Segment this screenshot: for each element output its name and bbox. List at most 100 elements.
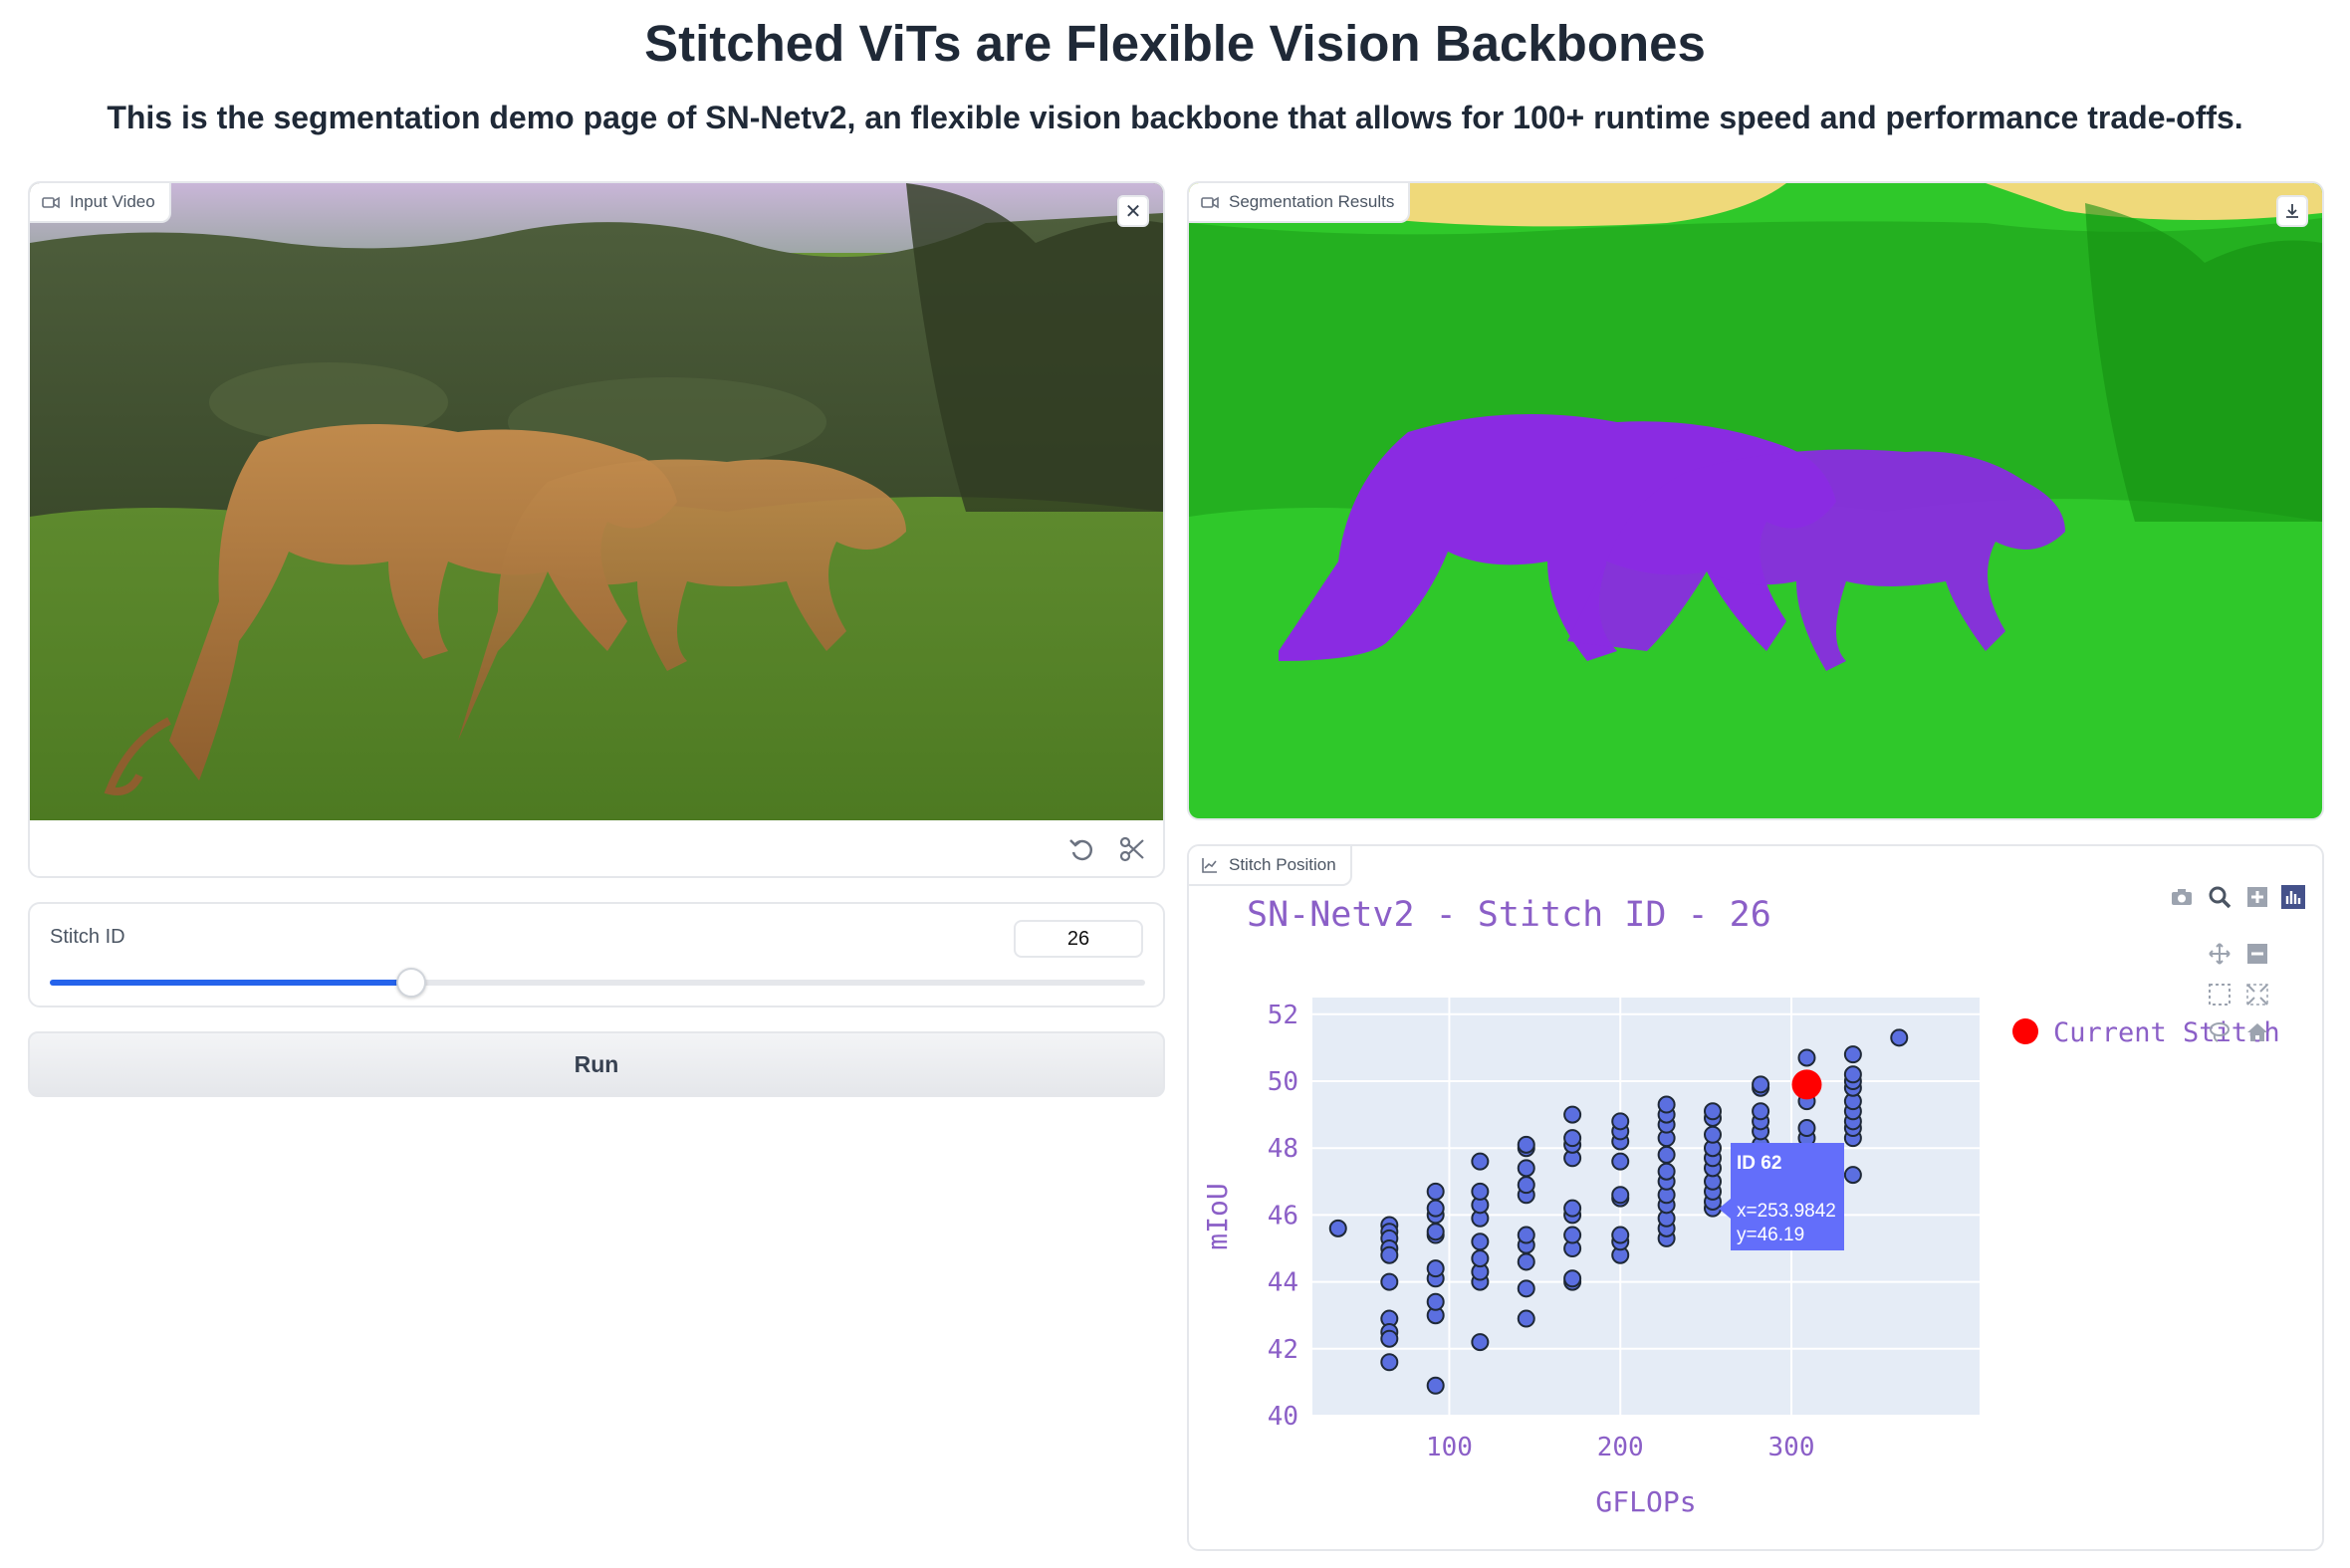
- data-point: [1563, 1105, 1582, 1124]
- box-select-icon[interactable]: [2207, 982, 2232, 1008]
- lioness-scene-image: [30, 183, 1163, 820]
- segmentation-scene-image: [1189, 183, 2322, 818]
- run-button[interactable]: Run: [28, 1031, 1165, 1097]
- video-icon: [1201, 196, 1219, 209]
- data-point: [1704, 1102, 1722, 1121]
- data-point: [1843, 1065, 1862, 1084]
- clear-video-button[interactable]: ✕: [1117, 195, 1149, 227]
- x-tick-label: 200: [1597, 1433, 1644, 1462]
- scissors-icon[interactable]: [1115, 832, 1149, 866]
- stitch-id-slider-panel: Stitch ID 26: [28, 902, 1165, 1008]
- y-tick-label: 44: [1268, 1268, 1298, 1298]
- data-point: [1704, 1125, 1722, 1144]
- close-icon: ✕: [1124, 200, 1142, 223]
- current-stitch-point: [1791, 1069, 1822, 1100]
- data-point: [1843, 1045, 1862, 1064]
- segmentation-results-label-text: Segmentation Results: [1229, 192, 1395, 211]
- x-tick-label: 300: [1768, 1433, 1815, 1462]
- x-axis-label: GFLOPs: [1595, 1485, 1696, 1518]
- data-point: [1517, 1279, 1535, 1298]
- stitch-id-label: Stitch ID: [50, 926, 125, 948]
- data-point: [1517, 1176, 1535, 1195]
- data-point: [1843, 1166, 1862, 1185]
- data-point: [1517, 1309, 1535, 1328]
- lasso-icon[interactable]: [2207, 1019, 2232, 1045]
- data-point: [1517, 1252, 1535, 1271]
- slider-fill: [50, 980, 411, 986]
- data-point: [1328, 1219, 1347, 1237]
- y-tick-label: 46: [1268, 1201, 1298, 1231]
- plot-modebar: [2169, 884, 2308, 1083]
- data-point: [1517, 1135, 1535, 1154]
- stitch-position-chart[interactable]: SN-Netv2 - Stitch ID - 26 40 42 44 46 48 50 52…: [1189, 846, 2322, 1549]
- data-point: [1563, 1129, 1582, 1148]
- data-point: [1380, 1245, 1399, 1264]
- stitch-id-number-input[interactable]: 26: [1014, 920, 1143, 958]
- y-tick-label: 40: [1268, 1402, 1298, 1432]
- data-point: [1426, 1199, 1445, 1218]
- plot-area: [1312, 998, 1980, 1416]
- segmentation-video-player[interactable]: [1189, 183, 2322, 818]
- zoom-icon[interactable]: [2207, 884, 2232, 910]
- x-tick-label: 100: [1426, 1433, 1473, 1462]
- data-point: [1797, 1119, 1816, 1138]
- data-point: [1471, 1249, 1490, 1268]
- stitch-position-panel: Stitch Position SN-Netv2 - Stitch ID - 2…: [1187, 844, 2324, 1551]
- current-stitch-marker: [1791, 1069, 1822, 1100]
- x-tick-labels: 100 200 300: [1426, 1433, 1815, 1462]
- data-point: [1517, 1226, 1535, 1244]
- data-point: [1426, 1376, 1445, 1395]
- bar-chart-icon[interactable]: [2280, 884, 2306, 910]
- stitch-id-slider[interactable]: [50, 968, 1145, 998]
- y-tick-label: 48: [1268, 1134, 1298, 1164]
- chart-icon: [1202, 858, 1217, 873]
- download-icon: [2286, 204, 2298, 218]
- data-point: [1517, 1159, 1535, 1178]
- video-icon: [42, 196, 60, 209]
- data-point: [1380, 1353, 1399, 1372]
- home-icon[interactable]: [2244, 1019, 2270, 1045]
- data-point: [1657, 1162, 1676, 1181]
- data-point: [1426, 1223, 1445, 1241]
- data-point: [1611, 1226, 1630, 1244]
- data-point: [1752, 1102, 1770, 1121]
- tooltip-y: y=46.19: [1737, 1225, 1804, 1245]
- data-point: [1563, 1226, 1582, 1244]
- camera-icon[interactable]: [2169, 884, 2195, 910]
- y-tick-label: 50: [1268, 1067, 1298, 1097]
- data-point: [1611, 1186, 1630, 1205]
- zoom-in-icon[interactable]: [2244, 884, 2270, 910]
- input-video-player[interactable]: [30, 183, 1163, 820]
- data-point: [1471, 1232, 1490, 1251]
- y-tick-labels: 40 42 44 46 48 50 52: [1268, 1001, 1298, 1432]
- input-video-label: Input Video: [30, 183, 171, 223]
- data-point: [1657, 1095, 1676, 1114]
- data-point: [1380, 1329, 1399, 1348]
- data-point: [1380, 1272, 1399, 1291]
- stitch-position-label: Stitch Position: [1189, 846, 1352, 886]
- tooltip-x: x=253.9842: [1737, 1201, 1836, 1222]
- data-point: [1752, 1075, 1770, 1094]
- undo-icon[interactable]: [1065, 832, 1099, 866]
- pan-icon[interactable]: [2207, 941, 2232, 967]
- segmentation-results-panel: Segmentation Results: [1187, 181, 2324, 820]
- slider-thumb[interactable]: [396, 968, 426, 998]
- data-point: [1611, 1152, 1630, 1171]
- autoscale-icon[interactable]: [2244, 982, 2270, 1008]
- data-point: [1657, 1145, 1676, 1164]
- input-video-label-text: Input Video: [70, 192, 155, 211]
- y-tick-label: 52: [1268, 1001, 1298, 1030]
- data-point: [1426, 1259, 1445, 1278]
- tooltip-id: ID 62: [1737, 1153, 1781, 1174]
- page-title: Stitched ViTs are Flexible Vision Backbo…: [644, 15, 1706, 72]
- data-point: [1563, 1199, 1582, 1218]
- y-axis-label: mIoU: [1201, 1183, 1234, 1249]
- data-point: [1471, 1152, 1490, 1171]
- stitch-position-label-text: Stitch Position: [1229, 855, 1336, 874]
- data-point: [1611, 1112, 1630, 1131]
- segmentation-results-label: Segmentation Results: [1189, 183, 1411, 223]
- download-button[interactable]: [2276, 195, 2308, 227]
- data-point: [1471, 1333, 1490, 1352]
- data-point: [1471, 1182, 1490, 1201]
- zoom-out-icon[interactable]: [2244, 941, 2270, 967]
